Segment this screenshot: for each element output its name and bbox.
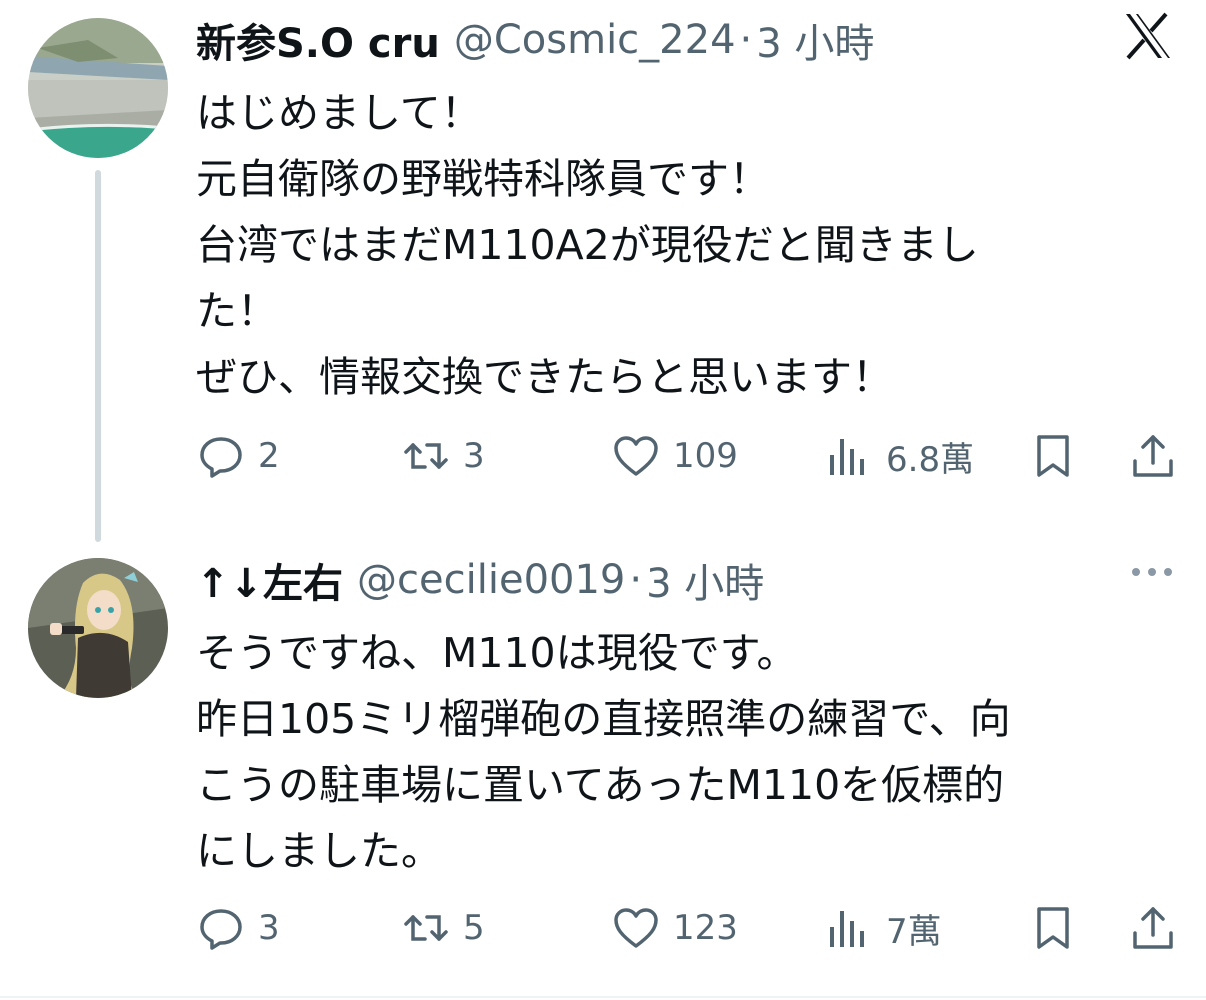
view-count: 7萬: [886, 911, 942, 952]
retweet-icon: [404, 915, 448, 941]
heart-icon: [614, 908, 658, 948]
tweet-header: ↑↓左右 @cecilie0019 · 3 小時: [196, 550, 764, 610]
retweet-count: 5: [463, 908, 485, 948]
reply-button[interactable]: 2: [196, 428, 280, 484]
thread-connector-line: [95, 170, 101, 542]
like-button[interactable]: 123: [611, 900, 738, 956]
tweet-line: はじめまして！: [196, 89, 482, 137]
views-button[interactable]: 7萬: [824, 900, 942, 956]
tweet-line: 元自衛隊の野戦特科隊員です！: [196, 155, 770, 203]
like-count: 109: [673, 436, 738, 476]
share-icon: [1133, 435, 1173, 477]
timestamp[interactable]: 3 小時: [646, 551, 764, 609]
reply-count: 3: [258, 908, 280, 948]
tweet-header: 新参S.O cru @Cosmic_224 · 3 小時: [196, 10, 874, 70]
author-name[interactable]: 新参S.O cru: [196, 11, 440, 69]
bookmark-button[interactable]: [1028, 900, 1078, 956]
tweet-line: 台湾ではまだM110A2が現役だと聞きまし: [196, 221, 979, 269]
view-count: 6.8萬: [886, 439, 975, 480]
retweet-button[interactable]: 3: [401, 428, 485, 484]
retweet-count: 3: [463, 436, 485, 476]
author-handle[interactable]: @Cosmic_224: [454, 17, 736, 63]
author-handle[interactable]: @cecilie0019: [357, 557, 625, 603]
anime-character-illustration-icon: [28, 558, 168, 698]
x-logo-icon: [1126, 12, 1170, 60]
tweet-line: 昨日105ミリ榴弾砲の直接照準の練習で、向: [196, 695, 1011, 743]
heart-icon: [614, 436, 658, 476]
views-chart-icon: [830, 439, 864, 475]
separator-dot: ·: [629, 557, 643, 603]
views-chart-icon: [830, 911, 864, 947]
bookmark-button[interactable]: [1028, 428, 1078, 484]
separator-dot: ·: [739, 17, 753, 63]
retweet-icon: [404, 443, 448, 469]
tweet-text: そうですね、M110は現役です。 昨日105ミリ榴弾砲の直接照準の練習で、向 こ…: [196, 620, 1156, 884]
tweet-reply[interactable]: ↑↓左右 @cecilie0019 · 3 小時 そうですね、M110は現役です…: [0, 540, 1206, 1000]
reply-button[interactable]: 3: [196, 900, 280, 956]
share-button[interactable]: [1128, 900, 1178, 956]
reply-icon: [200, 437, 242, 478]
coastal-aerial-photo-icon: [28, 18, 168, 158]
reply-icon: [200, 909, 242, 950]
tweet-text: はじめまして！ 元自衛隊の野戦特科隊員です！ 台湾ではまだM110A2が現役だと…: [196, 80, 1156, 410]
avatar[interactable]: [28, 18, 168, 158]
reply-count: 2: [258, 436, 280, 476]
like-count: 123: [673, 908, 738, 948]
avatar[interactable]: [28, 558, 168, 698]
share-icon: [1133, 907, 1173, 949]
more-options-icon[interactable]: [1128, 562, 1176, 582]
tweet-line: こうの駐車場に置いてあったM110を仮標的: [196, 761, 1005, 809]
action-bar: 2 3 109 6.8萬: [196, 428, 1186, 484]
tweet-original[interactable]: 新参S.O cru @Cosmic_224 · 3 小時 はじめまして！ 元自衛…: [0, 0, 1206, 542]
tweet-line: ぜひ、情報交換できたらと思います！: [196, 353, 893, 401]
author-name[interactable]: ↑↓左右: [196, 551, 343, 609]
share-button[interactable]: [1128, 428, 1178, 484]
bookmark-icon: [1037, 435, 1069, 477]
retweet-button[interactable]: 5: [401, 900, 485, 956]
like-button[interactable]: 109: [611, 428, 738, 484]
tweet-line: そうですね、M110は現役です。: [196, 629, 798, 677]
timestamp[interactable]: 3 小時: [756, 11, 874, 69]
bookmark-icon: [1037, 907, 1069, 949]
divider: [0, 996, 1206, 998]
tweet-line: た！: [196, 287, 278, 335]
views-button[interactable]: 6.8萬: [824, 428, 974, 484]
tweet-line: にしました。: [196, 827, 442, 875]
action-bar: 3 5 123 7萬: [196, 900, 1186, 956]
